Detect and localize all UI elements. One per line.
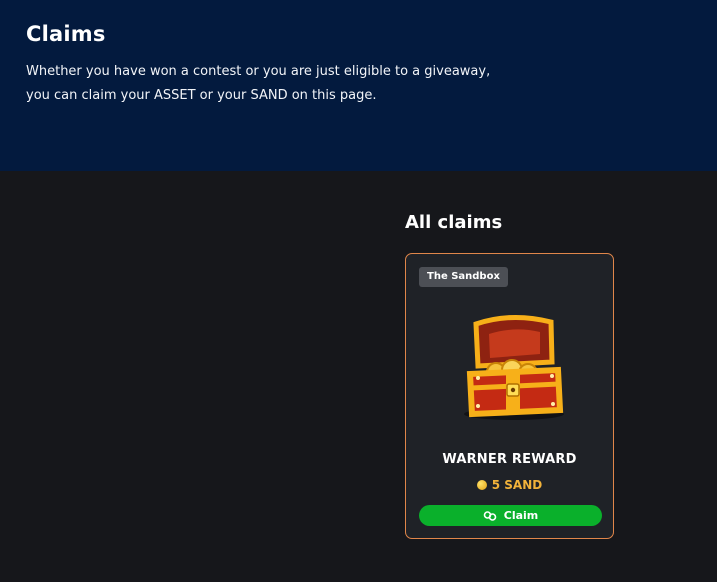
claim-price: 5 SAND [406, 478, 613, 492]
collection-badge: The Sandbox [419, 267, 508, 287]
claim-title: WARNER REWARD [442, 452, 577, 467]
section-title: All claims [405, 212, 503, 233]
treasure-chest-icon [464, 314, 564, 420]
page-description: Whether you have won a contest or you ar… [26, 60, 546, 108]
link-icon [483, 510, 497, 521]
sand-coin-icon [476, 480, 487, 490]
page-title: Claims [26, 22, 106, 46]
page-header: Claims Whether you have won a contest or… [0, 0, 717, 171]
page-description-line-2: you can claim your ASSET or your SAND on… [26, 88, 377, 103]
claim-card: The Sandbox WARNER REWARD 5 SAND Claim [405, 253, 614, 539]
claim-button-label: Claim [503, 509, 539, 522]
claim-price-value: 5 SAND [491, 478, 543, 492]
page-description-line-1: Whether you have won a contest or you ar… [26, 64, 491, 79]
claim-button[interactable]: Claim [419, 505, 602, 526]
main-content: All claims The Sandbox WARNER REWARD 5 S… [0, 171, 717, 582]
